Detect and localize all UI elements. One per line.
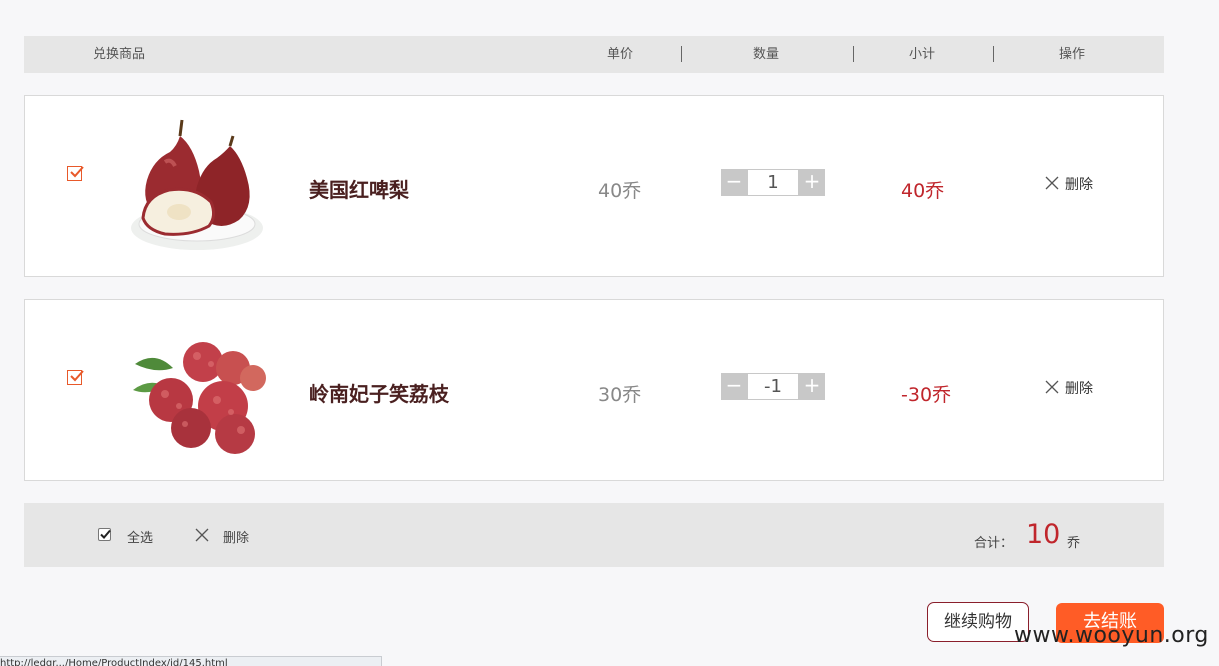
header-product: 兑换商品: [93, 47, 146, 62]
header-separator: [681, 46, 682, 62]
close-icon[interactable]: [195, 528, 209, 546]
quantity-stepper: − -1 +: [721, 373, 825, 400]
header-separator: [853, 46, 854, 62]
cart-item: 岭南妃子笑荔枝 30乔 − -1 + -30乔 删除: [24, 299, 1164, 481]
cart-table-header: 兑换商品 单价 数量 小计 操作: [24, 36, 1164, 73]
item-subtotal: -30乔: [901, 384, 952, 406]
check-icon: [70, 370, 84, 382]
item-checkbox[interactable]: [67, 370, 84, 385]
delete-label: 删除: [1065, 381, 1093, 397]
quantity-input[interactable]: 1: [747, 169, 799, 196]
decrease-button[interactable]: −: [721, 169, 747, 196]
delete-selected-button[interactable]: 删除: [223, 527, 249, 546]
increase-button[interactable]: +: [799, 169, 825, 196]
total-unit: 乔: [1067, 536, 1081, 551]
total-label: 合计：: [974, 536, 1014, 551]
lychee-icon[interactable]: [125, 320, 270, 460]
product-name[interactable]: 美国红啤梨: [309, 174, 409, 203]
select-all-label[interactable]: 全选: [127, 527, 153, 546]
select-all-checkbox[interactable]: [98, 528, 111, 541]
header-separator: [993, 46, 994, 62]
check-icon: [100, 529, 111, 539]
decrease-button[interactable]: −: [721, 373, 747, 400]
close-icon: [1045, 176, 1059, 194]
cart-footer: 全选 删除 合计： 10 乔: [24, 503, 1164, 567]
header-price: 单价: [607, 47, 634, 62]
watermark: www.wooyun.org: [1014, 623, 1209, 648]
item-checkbox[interactable]: [67, 166, 84, 181]
unit-price: 30乔: [598, 384, 642, 406]
product-name[interactable]: 岭南妃子笑荔枝: [309, 378, 449, 407]
header-subtotal: 小计: [909, 47, 936, 62]
close-icon: [1045, 380, 1059, 398]
quantity-stepper: − 1 +: [721, 169, 825, 196]
delete-button[interactable]: 删除: [1045, 378, 1093, 398]
total-value: 10: [1026, 519, 1061, 550]
delete-label: 删除: [1065, 177, 1093, 193]
header-action: 操作: [1059, 47, 1086, 62]
unit-price: 40乔: [598, 180, 642, 202]
quantity-input[interactable]: -1: [747, 373, 799, 400]
check-icon: [70, 166, 84, 178]
item-subtotal: 40乔: [901, 180, 945, 202]
delete-button[interactable]: 删除: [1045, 174, 1093, 194]
header-quantity: 数量: [753, 47, 780, 62]
red-pear-icon[interactable]: [125, 116, 270, 256]
increase-button[interactable]: +: [799, 373, 825, 400]
cart-item: 美国红啤梨 40乔 − 1 + 40乔 删除: [24, 95, 1164, 277]
